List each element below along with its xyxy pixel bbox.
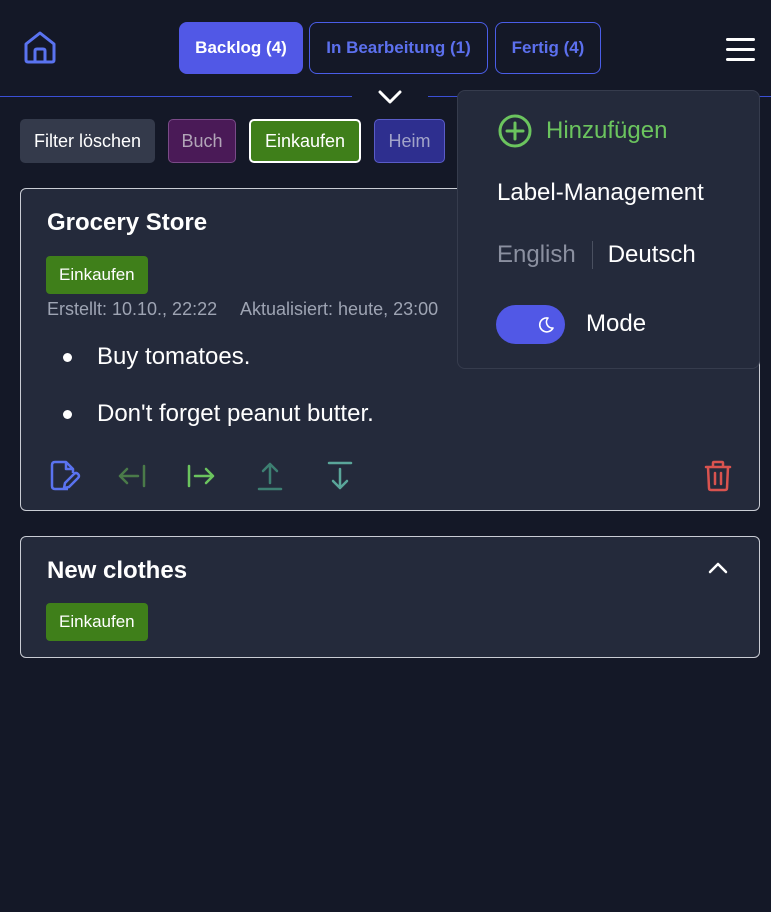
created-timestamp: Erstellt: 10.10., 22:22: [47, 299, 218, 319]
tab-in-progress[interactable]: In Bearbeitung (1): [309, 22, 488, 74]
filter-chip-buch[interactable]: Buch: [168, 119, 236, 163]
move-right-button[interactable]: [184, 459, 218, 493]
list-item: Buy tomatoes.: [97, 343, 251, 370]
add-button[interactable]: Hinzufügen: [497, 113, 667, 149]
delete-icon: [704, 460, 732, 492]
clear-filter-button[interactable]: Filter löschen: [20, 119, 155, 163]
moon-icon: [538, 316, 554, 333]
tab-in-progress-label: In Bearbeitung (1): [326, 38, 471, 57]
label-management-link[interactable]: Label-Management: [497, 179, 704, 207]
plus-circle-icon: [498, 114, 532, 148]
language-english[interactable]: English: [497, 241, 576, 269]
clear-filter-label: Filter löschen: [33, 130, 142, 151]
add-label: Hinzufügen: [546, 117, 668, 144]
move-left-button[interactable]: [116, 459, 150, 493]
updated-timestamp: Aktualisiert: heute, 23:00: [240, 299, 439, 319]
move-top-icon: [257, 462, 283, 491]
filter-chip-heim[interactable]: Heim: [374, 119, 445, 163]
dark-mode-toggle[interactable]: [496, 305, 565, 344]
delete-button[interactable]: [701, 459, 735, 493]
header-collapse-toggle[interactable]: [352, 80, 428, 114]
task-card: New clothes Einkaufen: [20, 536, 760, 658]
home-button[interactable]: [22, 29, 58, 65]
list-item: Don't forget peanut butter.: [97, 400, 374, 427]
filter-chip-heim-label: Heim: [388, 130, 431, 151]
tab-done[interactable]: Fertig (4): [495, 22, 601, 74]
move-top-button[interactable]: [253, 459, 287, 493]
language-switcher: English Deutsch: [497, 241, 696, 269]
filter-chip-einkaufen-label: Einkaufen: [264, 130, 346, 151]
move-left-icon: [118, 464, 146, 488]
filter-chip-buch-label: Buch: [181, 130, 223, 151]
card-label: Einkaufen: [46, 256, 148, 294]
move-right-icon: [187, 464, 215, 488]
tab-backlog-label: Backlog (4): [195, 38, 287, 57]
collapse-card-button[interactable]: [705, 555, 731, 581]
card-label: Einkaufen: [46, 603, 148, 641]
chevron-up-icon: [708, 562, 728, 574]
mode-label: Mode: [586, 310, 647, 337]
bullet-icon: [63, 410, 72, 419]
bullet-icon: [63, 353, 72, 362]
card-title: New clothes: [47, 557, 188, 584]
menu-icon: [726, 38, 755, 61]
move-bottom-button[interactable]: [323, 459, 357, 493]
home-icon: [24, 31, 56, 64]
settings-dropdown: Hinzufügen Label-Management English Deut…: [457, 90, 760, 369]
move-bottom-icon: [327, 461, 353, 490]
hamburger-menu-button[interactable]: [724, 36, 758, 64]
edit-icon: [50, 460, 81, 491]
language-deutsch[interactable]: Deutsch: [608, 241, 696, 269]
tab-done-label: Fertig (4): [511, 38, 585, 57]
card-title: Grocery Store: [47, 209, 208, 236]
language-separator: [591, 241, 593, 269]
edit-button[interactable]: [47, 459, 81, 493]
filter-chip-einkaufen[interactable]: Einkaufen: [249, 119, 361, 163]
tab-backlog[interactable]: Backlog (4): [179, 22, 303, 74]
chevron-down-icon: [378, 90, 402, 104]
